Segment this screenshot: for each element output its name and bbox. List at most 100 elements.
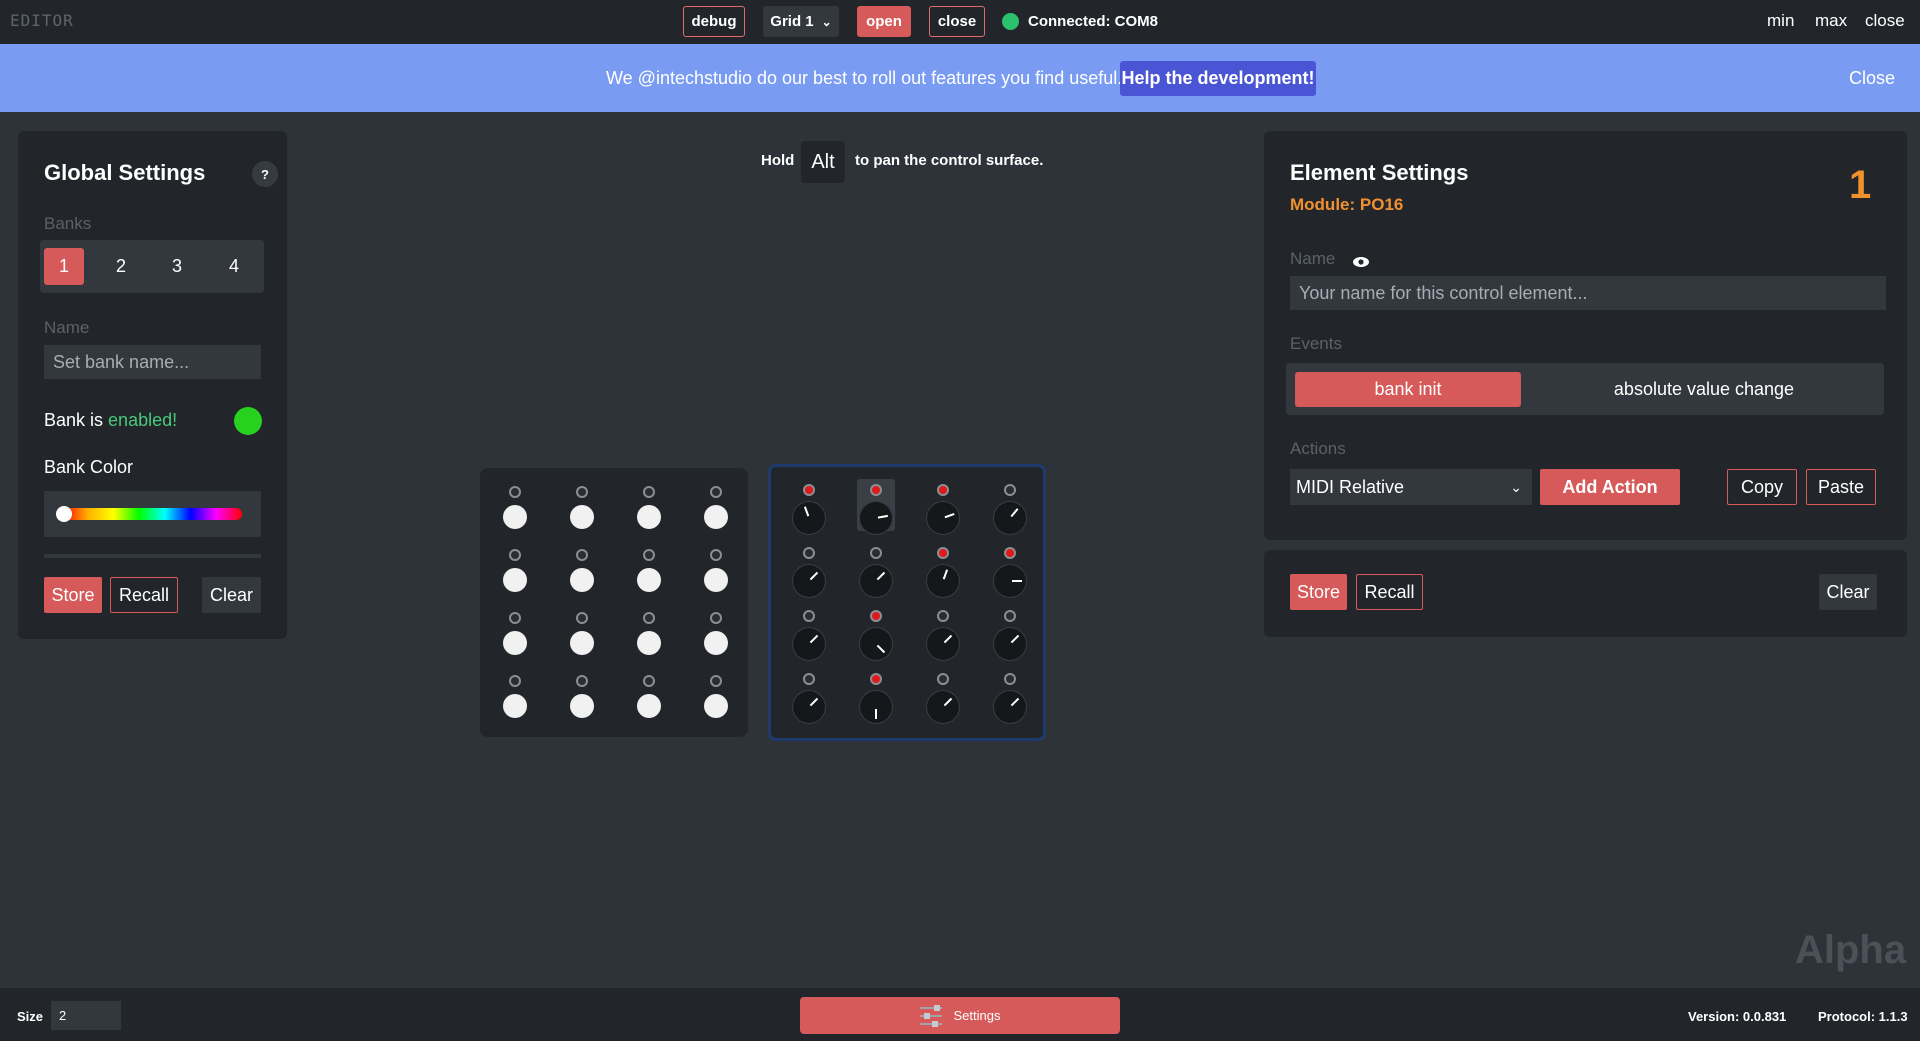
global-settings-title: Global Settings: [44, 160, 206, 185]
button-element[interactable]: [637, 505, 661, 529]
led-indicator: [576, 486, 588, 498]
led-indicator: [643, 549, 655, 561]
led-indicator: [803, 673, 815, 685]
element-name-input[interactable]: Your name for this control element...: [1290, 276, 1886, 310]
potentiometer-knob[interactable]: [926, 501, 960, 535]
potentiometer-knob[interactable]: [859, 690, 893, 724]
button-element[interactable]: [637, 568, 661, 592]
potentiometer-knob[interactable]: [993, 564, 1027, 598]
button-element[interactable]: [503, 505, 527, 529]
bank-status-label: Bank is: [44, 410, 104, 430]
maximize-button[interactable]: max: [1815, 11, 1847, 31]
potentiometer-knob[interactable]: [792, 564, 826, 598]
bank-color-label: Bank Color: [44, 457, 134, 477]
potentiometer-knob[interactable]: [926, 564, 960, 598]
element-settings-panel: Element Settings 1 Module: PO16 Name You…: [1264, 131, 1907, 540]
element-store-button[interactable]: Store: [1290, 574, 1347, 610]
led-indicator: [710, 549, 722, 561]
button-element[interactable]: [704, 694, 728, 718]
event-tab-absolute-value-change[interactable]: absolute value change: [1534, 372, 1874, 407]
connection-status-icon: [1002, 13, 1019, 30]
button-element[interactable]: [570, 631, 594, 655]
action-type-select[interactable]: MIDI Relative ⌄: [1290, 469, 1532, 505]
hue-slider-handle[interactable]: [56, 506, 72, 522]
potentiometer-knob[interactable]: [792, 501, 826, 535]
button-element[interactable]: [570, 568, 594, 592]
alt-key: Alt: [801, 141, 845, 183]
event-tab-bank-init[interactable]: bank init: [1295, 372, 1521, 407]
size-input[interactable]: 2: [51, 1001, 121, 1030]
potentiometer-knob[interactable]: [926, 627, 960, 661]
bank-4-button[interactable]: 4: [214, 248, 254, 285]
button-element[interactable]: [704, 568, 728, 592]
window-close-button[interactable]: close: [1865, 11, 1905, 31]
led-indicator: [1004, 673, 1016, 685]
minimize-button[interactable]: min: [1767, 11, 1794, 31]
led-indicator: [870, 673, 882, 685]
action-type-value: MIDI Relative: [1296, 476, 1405, 497]
led-indicator: [937, 610, 949, 622]
copy-button[interactable]: Copy: [1727, 469, 1797, 505]
actions-label: Actions: [1290, 439, 1346, 458]
open-button[interactable]: open: [857, 6, 911, 37]
button-element[interactable]: [704, 631, 728, 655]
help-icon[interactable]: ?: [252, 161, 278, 187]
button-element[interactable]: [503, 694, 527, 718]
potentiometer-knob[interactable]: [792, 627, 826, 661]
banks-label: Banks: [44, 214, 92, 233]
potentiometer-knob[interactable]: [792, 690, 826, 724]
bank-name-label: Name: [44, 318, 90, 337]
grid-select[interactable]: Grid 1 ⌄: [763, 6, 839, 37]
potentiometer-knob[interactable]: [993, 627, 1027, 661]
alpha-watermark: Alpha: [1795, 928, 1907, 972]
led-indicator: [1004, 484, 1016, 496]
knob-pointer: [1010, 508, 1019, 518]
button-element[interactable]: [503, 568, 527, 592]
settings-button[interactable]: Settings: [800, 997, 1120, 1034]
led-indicator: [870, 547, 882, 559]
button-element[interactable]: [637, 631, 661, 655]
potentiometer-knob[interactable]: [993, 690, 1027, 724]
paste-button[interactable]: Paste: [1806, 469, 1876, 505]
bank-1-button[interactable]: 1: [44, 248, 84, 285]
knob-pointer: [809, 697, 819, 707]
close-port-button[interactable]: close: [929, 6, 985, 37]
knob-pointer: [1010, 697, 1020, 707]
banner-close-button[interactable]: Close: [1849, 68, 1895, 89]
knob-pointer: [876, 644, 886, 654]
clear-button[interactable]: Clear: [202, 577, 261, 613]
store-button[interactable]: Store: [44, 577, 102, 613]
led-indicator: [710, 612, 722, 624]
knob-pointer: [809, 634, 819, 644]
debug-button[interactable]: debug: [683, 6, 745, 37]
button-element[interactable]: [570, 694, 594, 718]
events-label: Events: [1290, 334, 1342, 353]
button-element[interactable]: [637, 694, 661, 718]
potentiometer-knob[interactable]: [859, 564, 893, 598]
bank-3-button[interactable]: 3: [157, 248, 197, 285]
potentiometer-knob[interactable]: [859, 627, 893, 661]
potentiometer-knob[interactable]: [993, 501, 1027, 535]
banner-text: We @intechstudio do our best to roll out…: [606, 68, 1123, 88]
bank-name-input[interactable]: Set bank name...: [44, 345, 261, 379]
add-action-button[interactable]: Add Action: [1540, 469, 1680, 505]
sliders-icon: [919, 1003, 942, 1029]
led-indicator: [803, 547, 815, 559]
hue-slider[interactable]: [62, 508, 242, 520]
recall-button[interactable]: Recall: [110, 577, 178, 613]
help-development-button[interactable]: Help the development!: [1120, 61, 1316, 96]
bank-color-picker: [44, 491, 261, 537]
element-clear-button[interactable]: Clear: [1819, 574, 1877, 610]
button-element[interactable]: [570, 505, 594, 529]
eye-icon[interactable]: [1352, 256, 1370, 268]
button-element[interactable]: [503, 631, 527, 655]
chevron-down-icon: ⌄: [821, 14, 832, 29]
element-recall-button[interactable]: Recall: [1356, 574, 1423, 610]
button-element[interactable]: [704, 505, 728, 529]
connection-status: Connected: COM8: [1028, 13, 1159, 30]
potentiometer-knob[interactable]: [859, 501, 893, 535]
potentiometer-knob[interactable]: [926, 690, 960, 724]
bank-2-button[interactable]: 2: [101, 248, 141, 285]
protocol-text: Protocol: 1.1.3: [1818, 1009, 1908, 1024]
knob-pointer: [944, 512, 955, 519]
